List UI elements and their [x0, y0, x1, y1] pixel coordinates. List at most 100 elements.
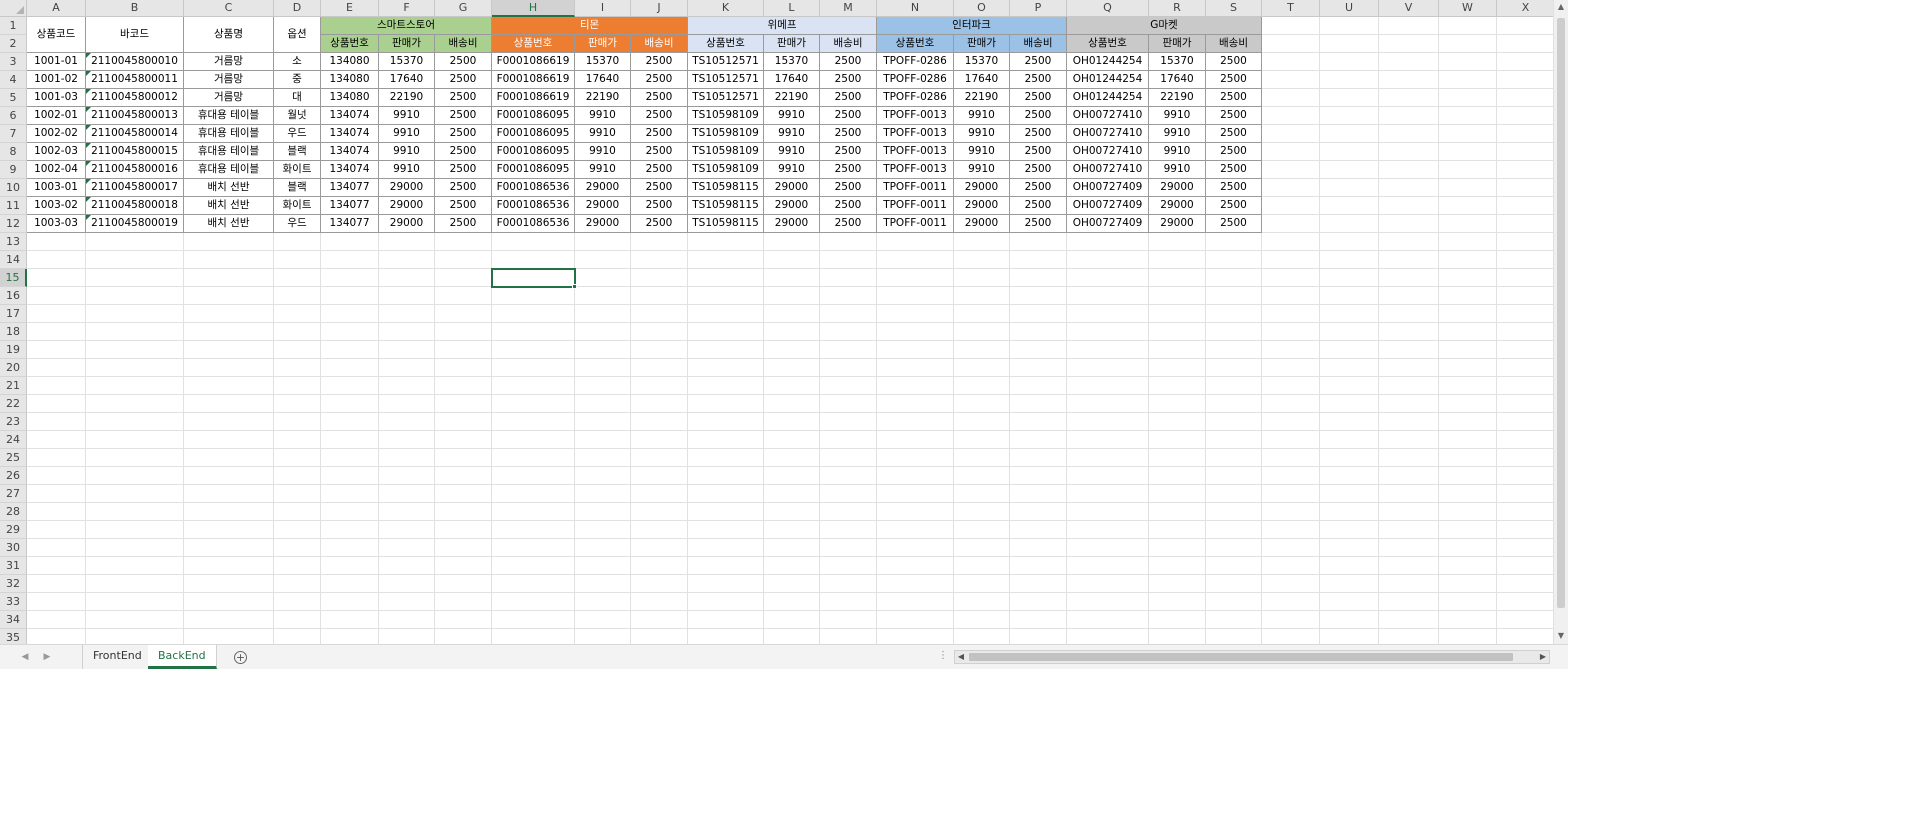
- grid-cell[interactable]: [631, 287, 688, 305]
- grid-cell[interactable]: [1206, 287, 1262, 305]
- grid-cell[interactable]: [1379, 197, 1439, 215]
- grid-cell[interactable]: [379, 557, 435, 575]
- column-header-o[interactable]: O: [954, 0, 1010, 17]
- grid-cell[interactable]: [954, 485, 1010, 503]
- grid-cell[interactable]: [877, 269, 954, 287]
- data-cell[interactable]: 휴대용 테이블: [184, 143, 274, 161]
- grid-cell[interactable]: [1262, 251, 1320, 269]
- grid-cell[interactable]: [820, 431, 877, 449]
- grid-cell[interactable]: [1497, 431, 1555, 449]
- grid-cell[interactable]: [1262, 53, 1320, 71]
- scroll-right-icon[interactable]: ▶: [1537, 651, 1549, 663]
- data-cell[interactable]: 2500: [1206, 197, 1262, 215]
- grid-cell[interactable]: [575, 377, 631, 395]
- grid-cell[interactable]: [1149, 395, 1206, 413]
- row-header-18[interactable]: 18: [0, 323, 27, 341]
- grid-cell[interactable]: [1439, 557, 1497, 575]
- data-cell[interactable]: 2110045800017: [86, 179, 184, 197]
- grid-cell[interactable]: [1010, 413, 1067, 431]
- sub-header-gmarket-product-number[interactable]: 상품번호: [1067, 35, 1149, 53]
- grid-cell[interactable]: [321, 611, 379, 629]
- grid-cell[interactable]: [954, 503, 1010, 521]
- grid-cell[interactable]: [631, 251, 688, 269]
- grid-cell[interactable]: [492, 341, 575, 359]
- data-cell[interactable]: TPOFF-0013: [877, 125, 954, 143]
- grid-cell[interactable]: [1439, 305, 1497, 323]
- grid-cell[interactable]: [27, 575, 86, 593]
- grid-cell[interactable]: [1497, 359, 1555, 377]
- grid-cell[interactable]: [631, 467, 688, 485]
- grid-cell[interactable]: [321, 413, 379, 431]
- grid-cell[interactable]: [184, 557, 274, 575]
- scroll-down-icon[interactable]: ▼: [1554, 629, 1568, 644]
- grid-cell[interactable]: [1067, 251, 1149, 269]
- data-cell[interactable]: 2500: [820, 215, 877, 233]
- grid-cell[interactable]: [688, 323, 764, 341]
- grid-cell[interactable]: [575, 395, 631, 413]
- grid-cell[interactable]: [1262, 233, 1320, 251]
- grid-cell[interactable]: [1439, 377, 1497, 395]
- grid-cell[interactable]: [1149, 287, 1206, 305]
- grid-cell[interactable]: [1067, 449, 1149, 467]
- grid-cell[interactable]: [1439, 593, 1497, 611]
- data-cell[interactable]: TPOFF-0011: [877, 215, 954, 233]
- grid-cell[interactable]: [1497, 503, 1555, 521]
- grid-cell[interactable]: [954, 521, 1010, 539]
- data-cell[interactable]: 배치 선반: [184, 179, 274, 197]
- grid-cell[interactable]: [688, 251, 764, 269]
- grid-cell[interactable]: [1497, 305, 1555, 323]
- grid-cell[interactable]: [27, 251, 86, 269]
- grid-cell[interactable]: [435, 467, 492, 485]
- grid-cell[interactable]: [1379, 305, 1439, 323]
- grid-cell[interactable]: [435, 629, 492, 644]
- grid-cell[interactable]: [1320, 449, 1379, 467]
- scroll-left-icon[interactable]: ◀: [955, 651, 967, 663]
- grid-cell[interactable]: [1262, 197, 1320, 215]
- grid-cell[interactable]: [1497, 341, 1555, 359]
- grid-cell[interactable]: [688, 395, 764, 413]
- grid-cell[interactable]: [184, 377, 274, 395]
- grid-cell[interactable]: [379, 629, 435, 644]
- grid-cell[interactable]: [435, 503, 492, 521]
- grid-cell[interactable]: [492, 323, 575, 341]
- data-cell[interactable]: 1001-02: [27, 71, 86, 89]
- data-cell[interactable]: 2500: [435, 125, 492, 143]
- grid-cell[interactable]: [877, 377, 954, 395]
- column-header-x[interactable]: X: [1497, 0, 1555, 17]
- data-cell[interactable]: 거름망: [184, 71, 274, 89]
- header-product-code[interactable]: 상품코드: [27, 17, 86, 53]
- vertical-scrollbar[interactable]: ▲ ▼: [1553, 0, 1568, 644]
- grid-cell[interactable]: [1010, 269, 1067, 287]
- data-cell[interactable]: 2500: [631, 197, 688, 215]
- grid-cell[interactable]: [1149, 557, 1206, 575]
- row-header-3[interactable]: 3: [0, 53, 27, 71]
- grid-cell[interactable]: [184, 413, 274, 431]
- grid-cell[interactable]: [631, 593, 688, 611]
- grid-cell[interactable]: [184, 359, 274, 377]
- data-cell[interactable]: TPOFF-0286: [877, 89, 954, 107]
- row-header-2[interactable]: 2: [0, 35, 27, 53]
- data-cell[interactable]: OH00727409: [1067, 215, 1149, 233]
- data-cell[interactable]: 29000: [1149, 215, 1206, 233]
- data-cell[interactable]: TS10512571: [688, 71, 764, 89]
- grid-cell[interactable]: [1206, 611, 1262, 629]
- data-cell[interactable]: 9910: [764, 161, 820, 179]
- grid-cell[interactable]: [492, 395, 575, 413]
- column-header-g[interactable]: G: [435, 0, 492, 17]
- grid-cell[interactable]: [1262, 359, 1320, 377]
- grid-cell[interactable]: [321, 269, 379, 287]
- grid-cell[interactable]: [1206, 413, 1262, 431]
- data-cell[interactable]: 9910: [379, 125, 435, 143]
- grid-cell[interactable]: [1010, 521, 1067, 539]
- grid-cell[interactable]: [1010, 611, 1067, 629]
- grid-cell[interactable]: [27, 395, 86, 413]
- grid-cell[interactable]: [379, 611, 435, 629]
- grid-cell[interactable]: [1439, 359, 1497, 377]
- grid-cell[interactable]: [379, 323, 435, 341]
- grid-cell[interactable]: [1320, 53, 1379, 71]
- grid-cell[interactable]: [1262, 611, 1320, 629]
- grid-cell[interactable]: [184, 341, 274, 359]
- row-header-33[interactable]: 33: [0, 593, 27, 611]
- data-cell[interactable]: 29000: [954, 179, 1010, 197]
- grid-cell[interactable]: [1206, 467, 1262, 485]
